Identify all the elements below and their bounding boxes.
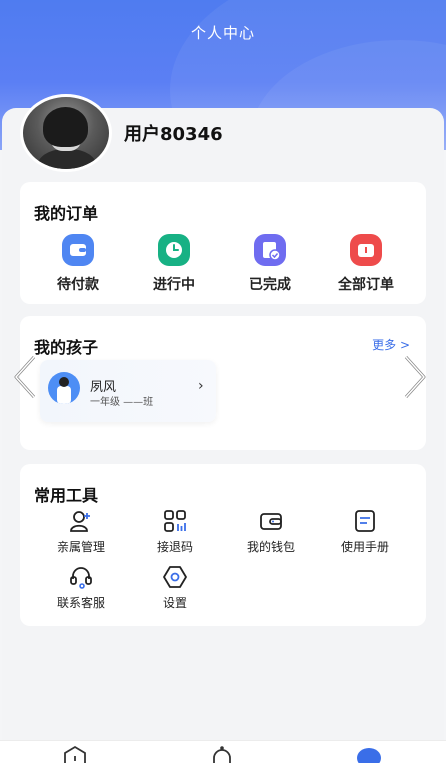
order-pending-payment[interactable]: 待付款 <box>38 234 118 294</box>
headset-icon <box>68 564 94 590</box>
order-label: 待付款 <box>57 277 99 293</box>
order-label: 已完成 <box>249 277 291 293</box>
tool-manual[interactable]: 使用手册 <box>320 508 410 555</box>
tool-customer-service[interactable]: 联系客服 <box>36 564 126 611</box>
carousel-prev-icon[interactable] <box>12 355 38 399</box>
tab-bar <box>0 740 446 763</box>
username: 用户80346 <box>124 124 223 145</box>
chevron-right-icon: › <box>198 378 204 394</box>
avatar[interactable] <box>20 94 112 172</box>
orders-title: 我的订单 <box>34 204 99 223</box>
order-label: 全部订单 <box>338 277 394 293</box>
home-tab-icon[interactable] <box>62 745 88 763</box>
page-title: 个人中心 <box>190 24 255 42</box>
child-card[interactable]: 夙风 一年级 ——班 › <box>40 360 216 422</box>
tools-card: 常用工具 亲属管理 接退码 我的钱包 使用手册 联系客服 设置 <box>20 464 426 626</box>
completed-doc-icon <box>254 234 286 266</box>
order-label: 进行中 <box>153 277 195 293</box>
profile-tab-icon[interactable] <box>356 745 382 763</box>
order-all[interactable]: 全部订单 <box>326 234 406 294</box>
notification-tab-icon[interactable] <box>209 745 235 763</box>
manual-icon <box>352 508 378 534</box>
child-avatar <box>48 372 80 404</box>
tool-pickup-code[interactable]: 接退码 <box>130 508 220 555</box>
order-in-progress[interactable]: 进行中 <box>134 234 214 294</box>
wallet-icon <box>62 234 94 266</box>
settings-hex-icon <box>162 564 188 590</box>
tool-wallet[interactable]: 我的钱包 <box>226 508 316 555</box>
tool-settings[interactable]: 设置 <box>130 564 220 611</box>
tools-title: 常用工具 <box>34 486 99 505</box>
order-completed[interactable]: 已完成 <box>230 234 310 294</box>
kids-title: 我的孩子 <box>34 338 99 357</box>
carousel-next-icon[interactable] <box>402 355 428 399</box>
kids-card: 我的孩子 更多 > 夙风 一年级 ——班 › <box>20 316 426 450</box>
tool-relatives[interactable]: 亲属管理 <box>36 508 126 555</box>
child-class: 一年级 ——班 <box>90 397 154 408</box>
clock-icon <box>158 234 190 266</box>
orders-card: 我的订单 待付款 进行中 已完成 全部订单 <box>20 182 426 304</box>
all-orders-icon <box>350 234 382 266</box>
add-person-icon <box>68 508 94 534</box>
wallet-outline-icon <box>258 508 284 534</box>
more-link[interactable]: 更多 > <box>372 336 410 353</box>
qr-grid-icon <box>162 508 188 534</box>
